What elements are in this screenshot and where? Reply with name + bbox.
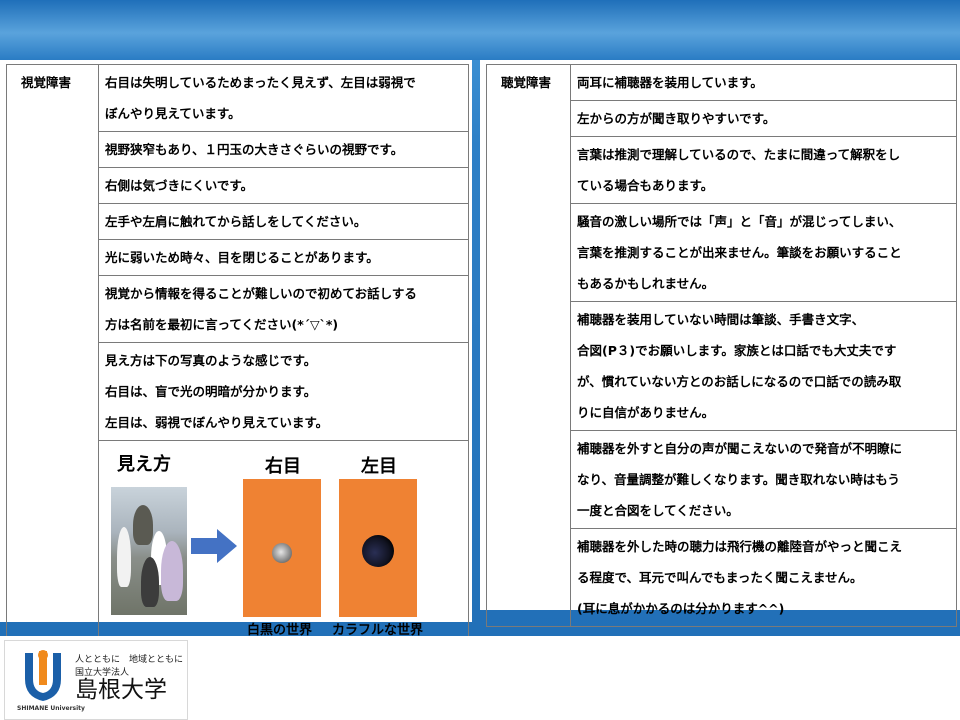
arrow-right-icon (191, 529, 237, 563)
university-emblem-icon (25, 650, 61, 701)
table-row: 騒音の激しい場所では「声」と「音」が混じってしまい、 言葉を推測することが出来ま… (570, 203, 957, 302)
vision-illustration: 見え方 右目 左目 白黒の世界 カラフルな世界 (99, 441, 468, 646)
vision-illustration-cell: 見え方 右目 左目 白黒の世界 カラフルな世界 (98, 440, 469, 647)
right-eye-label: 右目 (265, 456, 301, 477)
left-eye-label: 左目 (361, 456, 397, 477)
family-photo (111, 487, 187, 615)
visual-impairment-panel: 視覚障害 右目は失明しているためまったく見えず、左目は弱視で ぼんやり見えていま… (0, 60, 472, 647)
visual-impairment-table: 視覚障害 右目は失明しているためまったく見えず、左目は弱視で ぼんやり見えていま… (6, 64, 469, 647)
vision-illustration-title: 見え方 (117, 454, 171, 475)
top-banner (0, 0, 960, 60)
visual-impairment-header: 視覚障害 (6, 64, 99, 647)
hearing-impairment-table: 聴覚障害 両耳に補聴器を装用しています。 左からの方が聞き取りやすいです。 言葉… (486, 64, 957, 627)
right-eye-spot-icon (272, 543, 292, 563)
hearing-impairment-header: 聴覚障害 (486, 64, 571, 627)
table-row: 右目は失明しているためまったく見えず、左目は弱視で ぼんやり見えています。 (98, 64, 469, 132)
table-row: 左手や左肩に触れてから話しをしてください。 (98, 203, 469, 240)
hearing-impairment-panel: 聴覚障害 両耳に補聴器を装用しています。 左からの方が聞き取りやすいです。 言葉… (480, 60, 960, 627)
university-name: 島根大学 (75, 677, 167, 703)
university-english-name: SHIMANE University (17, 705, 85, 712)
table-row: 光に弱いため時々、目を閉じることがあります。 (98, 239, 469, 276)
table-row: 視野狭窄もあり、１円玉の大きさぐらいの視野です。 (98, 131, 469, 168)
table-row: 右側は気づきにくいです。 (98, 167, 469, 204)
right-eye-view (243, 479, 321, 617)
table-row: 補聴器を外した時の聴力は飛行機の離陸音がやっと聞こえ る程度で、耳元で叫んでもま… (570, 528, 957, 627)
table-row: 補聴器を外すと自分の声が聞こえないので発音が不明瞭に なり、音量調整が難しくなり… (570, 430, 957, 529)
table-row: 補聴器を装用していない時間は筆談、手書き文字、 合図(P３)でお願いします。家族… (570, 301, 957, 431)
table-row: 言葉は推測で理解しているので、たまに間違って解釈をし ている場合もあります。 (570, 136, 957, 204)
left-eye-view (339, 479, 417, 617)
table-row: 両耳に補聴器を装用しています。 (570, 64, 957, 101)
university-logo: SHIMANE University 人とともに 地域とともに 国立大学法人 島… (4, 640, 188, 720)
table-row: 見え方は下の写真のような感じです。 右目は、盲で光の明暗が分かります。 左目は、… (98, 342, 469, 441)
left-eye-spot-icon (362, 535, 394, 567)
table-row: 視覚から情報を得ることが難しいので初めてお話しする 方は名前を最初に言ってくださ… (98, 275, 469, 343)
university-tagline: 人とともに 地域とともに (75, 655, 184, 665)
table-row: 左からの方が聞き取りやすいです。 (570, 100, 957, 137)
